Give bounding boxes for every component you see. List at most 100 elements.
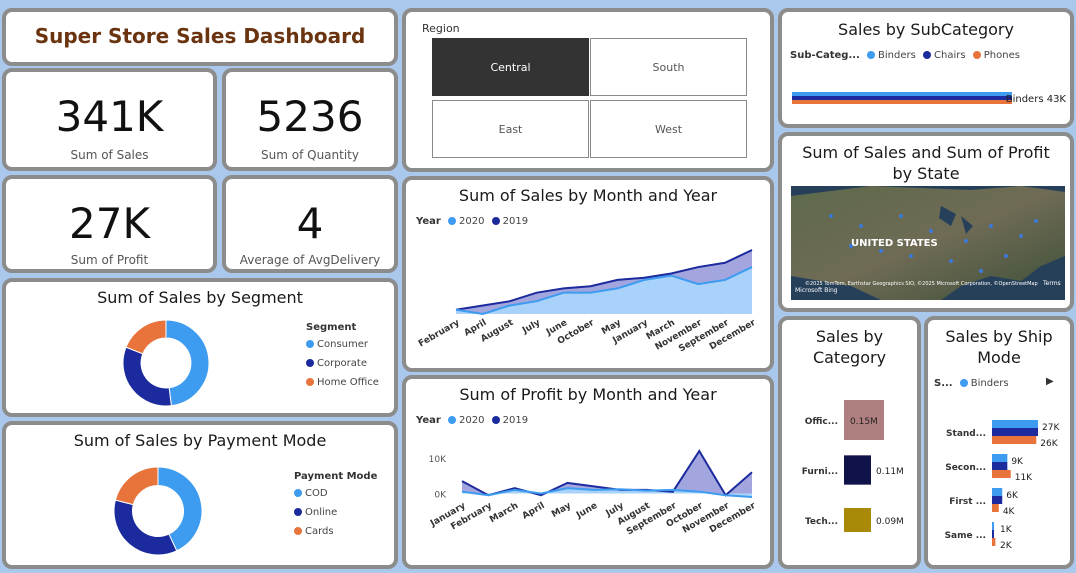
ship-chart-tile[interactable]: Sales by Ship Mode S... Binders ▶ Stand.… <box>924 316 1074 569</box>
kpi-value: 4 <box>296 199 324 248</box>
chart-title: Sum of Sales by Payment Mode <box>73 431 327 450</box>
legend-item-chairs[interactable]: Chairs <box>919 50 966 61</box>
subcategory-chart-tile[interactable]: Sales by SubCategory Sub-Categ... Binder… <box>778 8 1074 128</box>
chart-title: Sum of Sales by Month and Year <box>458 186 718 205</box>
legend-item-cod[interactable]: COD <box>294 488 377 499</box>
region-option-south[interactable]: South <box>590 38 747 96</box>
profit-month-chart-tile[interactable]: Sum of Profit by Month and Year Year 202… <box>402 375 774 569</box>
kpi-value: 341K <box>55 92 164 141</box>
sales-month-chart-tile[interactable]: Sum of Sales by Month and Year Year 2020… <box>402 176 774 372</box>
data-label: 2K <box>1000 541 1013 551</box>
chart-title: Sales by SubCategory <box>838 20 1014 39</box>
payment-donut[interactable] <box>112 465 204 557</box>
bar-binders[interactable] <box>792 92 1012 96</box>
chart-title: Sum of Profit by Month and Year <box>459 385 717 404</box>
ship-bar-phones[interactable] <box>992 504 999 512</box>
x-tick-label: April <box>521 501 547 522</box>
category-bar[interactable] <box>844 455 871 485</box>
legend-title: Segment <box>306 322 357 333</box>
category-label: Tech... <box>805 517 838 527</box>
payment-slice-cards[interactable] <box>114 466 159 506</box>
data-label: 26K <box>1040 439 1058 449</box>
bar-chairs[interactable] <box>792 96 1012 100</box>
ship-bar-chairs[interactable] <box>992 428 1038 436</box>
segment-slice-corporate[interactable] <box>122 346 172 407</box>
legend-item-phones[interactable]: Phones <box>969 50 1020 61</box>
segment-donut[interactable] <box>121 318 211 408</box>
ship-bars[interactable]: Stand... 27K 26K Secon... 9K 11K First ... 6K 4K… <box>928 400 1070 560</box>
legend-item-binders[interactable]: Binders <box>863 50 916 61</box>
ship-mode-label: First ... <box>949 497 986 507</box>
legend-item-home-office[interactable]: Home Office <box>306 377 379 388</box>
map-terms-link[interactable]: Terms <box>1042 280 1061 287</box>
kpi-avg-delivery[interactable]: 4 Average of AvgDelivery <box>222 175 398 273</box>
kpi-label: Sum of Sales <box>70 148 149 162</box>
segment-slice-home-office[interactable] <box>125 319 167 355</box>
category-bars[interactable]: Offic... 0.15M Furni... 0.11M Tech... 0.09M <box>782 390 917 560</box>
y-tick-label: 0K <box>434 490 447 500</box>
payment-chart-tile[interactable]: Sum of Sales by Payment Mode Payment Mod… <box>2 421 398 569</box>
ship-legend: S... Binders <box>934 378 1009 389</box>
region-option-west[interactable]: West <box>590 100 747 158</box>
category-bar[interactable] <box>844 508 871 532</box>
ship-bar-phones[interactable] <box>992 436 1037 444</box>
category-chart-tile[interactable]: Sales by Category Offic... 0.15M Furni... 0… <box>778 316 921 569</box>
kpi-value: 5236 <box>256 92 364 141</box>
legend-item-corporate[interactable]: Corporate <box>306 358 379 369</box>
kpi-label: Sum of Quantity <box>261 148 359 162</box>
region-option-central[interactable]: Central <box>432 38 589 96</box>
legend-item-2020[interactable]: 2020 <box>444 216 484 227</box>
x-tick-label: March <box>488 501 520 525</box>
kpi-sum-of-sales[interactable]: 341K Sum of Sales <box>2 68 217 171</box>
subcategory-legend: Sub-Categ... Binders Chairs Phones <box>790 50 1020 61</box>
payment-slice-online[interactable] <box>113 499 178 556</box>
legend-next-arrow-icon[interactable]: ▶ <box>1046 376 1054 387</box>
ship-bar-binders[interactable] <box>992 454 1008 462</box>
ship-bar-phones[interactable] <box>992 538 996 546</box>
region-option-east[interactable]: East <box>432 100 589 158</box>
legend-title: Payment Mode <box>294 471 378 482</box>
legend-item-online[interactable]: Online <box>294 507 377 518</box>
ship-bar-binders[interactable] <box>992 420 1038 428</box>
map-country-label: UNITED STATES <box>851 238 938 249</box>
legend-item-2019[interactable]: 2019 <box>488 415 528 426</box>
ship-bar-phones[interactable] <box>992 470 1011 478</box>
category-label: Offic... <box>805 417 838 427</box>
profit-area-plot[interactable]: JanuaryFebruaryMarch April May June JulyAugu… <box>406 431 770 569</box>
title-tile: Super Store Sales Dashboard <box>2 8 398 66</box>
legend-item-binders[interactable]: Binders <box>956 378 1009 389</box>
ship-bar-chairs[interactable] <box>992 530 994 538</box>
subcategory-bars[interactable]: Binders 43K <box>782 80 1070 120</box>
category-label: Furni... <box>802 467 838 477</box>
data-label: 0.09M <box>876 517 904 527</box>
segment-legend: Segment Consumer Corporate Home Office <box>306 322 379 388</box>
ship-mode-label: Stand... <box>946 429 986 439</box>
x-tick-label: June <box>574 501 599 521</box>
segment-chart-tile[interactable]: Sum of Sales by Segment Segment Consumer… <box>2 278 398 417</box>
map-brand: Microsoft Bing <box>795 287 838 294</box>
us-map[interactable]: UNITED STATES Microsoft Bing ©2025 TomTo… <box>791 186 1065 300</box>
legend-item-cards[interactable]: Cards <box>294 526 377 537</box>
segment-slice-consumer[interactable] <box>165 319 210 407</box>
slicer-label: Region <box>422 22 460 35</box>
ship-bar-chairs[interactable] <box>992 496 1003 504</box>
kpi-sum-of-quantity[interactable]: 5236 Sum of Quantity <box>222 68 398 171</box>
data-label: 0.11M <box>876 467 904 477</box>
legend-item-consumer[interactable]: Consumer <box>306 339 379 350</box>
payment-legend: Payment Mode COD Online Cards <box>294 471 377 537</box>
ship-bar-binders[interactable] <box>992 522 994 530</box>
y-tick-label: 10K <box>429 455 447 465</box>
kpi-value: 27K <box>69 199 150 248</box>
data-label: 6K <box>1006 491 1019 501</box>
map-attribution: ©2025 TomTom, Earthstar Geographics SIO,… <box>805 280 1038 287</box>
ship-mode-label: Secon... <box>945 463 986 473</box>
bar-phones[interactable] <box>792 100 1012 104</box>
legend-item-2020[interactable]: 2020 <box>444 415 484 426</box>
map-tile[interactable]: Sum of Sales and Sum of Profit by State … <box>778 132 1074 312</box>
legend-item-2019[interactable]: 2019 <box>488 216 528 227</box>
sales-area-plot[interactable]: February AprilAugust July JuneOctober MayJan… <box>406 232 770 372</box>
ship-bar-chairs[interactable] <box>992 462 1008 470</box>
kpi-sum-of-profit[interactable]: 27K Sum of Profit <box>2 175 217 273</box>
chart-title: Sum of Sales and Sum of Profit by State <box>802 143 1050 183</box>
ship-bar-binders[interactable] <box>992 488 1003 496</box>
